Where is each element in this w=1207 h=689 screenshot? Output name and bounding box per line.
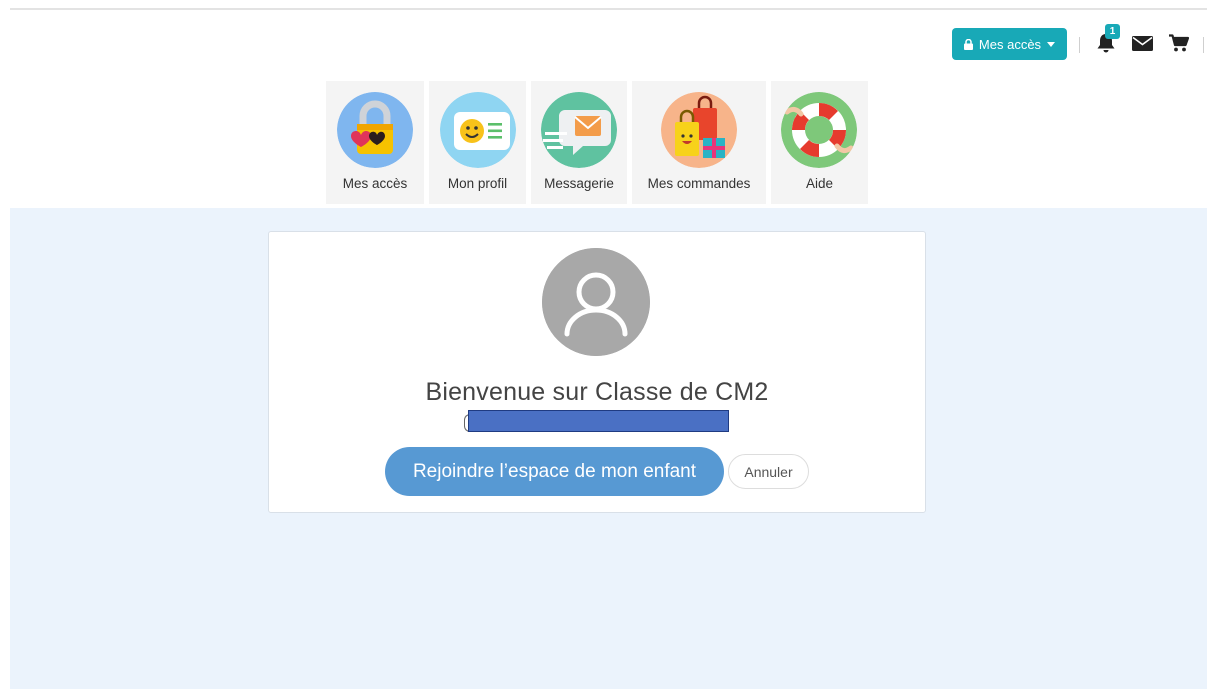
cancel-button[interactable]: Annuler xyxy=(728,454,809,489)
shortcut-label: Mes accès xyxy=(342,176,408,191)
mes-acces-label: Mes accès xyxy=(978,36,1042,52)
shortcut-mon-profil[interactable]: Mon profil xyxy=(429,81,526,204)
shortcut-label: Messagerie xyxy=(544,176,614,191)
cart-icon[interactable] xyxy=(1169,34,1189,52)
toolbar-separator xyxy=(1079,37,1080,53)
shopping-bags-icon xyxy=(661,92,737,168)
shortcut-label: Aide xyxy=(805,176,834,191)
shortcut-aide[interactable]: Aide xyxy=(771,81,868,204)
shortcut-mes-commandes[interactable]: Mes commandes xyxy=(632,81,766,204)
redacted-text xyxy=(468,410,729,432)
shortcut-mes-acces[interactable]: Mes accès xyxy=(326,81,424,204)
user-avatar-icon xyxy=(542,248,650,356)
mes-acces-dropdown-button[interactable]: Mes accès xyxy=(952,28,1067,60)
lock-icon xyxy=(963,38,973,50)
notification-count-badge: 1 xyxy=(1105,24,1120,39)
shortcut-label: Mon profil xyxy=(447,176,508,191)
lifebuoy-icon xyxy=(781,92,857,168)
profile-card-icon xyxy=(440,92,516,168)
top-divider xyxy=(10,8,1207,10)
speech-bubble-envelope-icon xyxy=(541,92,617,168)
shortcut-label: Mes commandes xyxy=(647,176,751,191)
toolbar-separator xyxy=(1203,37,1204,53)
envelope-icon[interactable] xyxy=(1132,36,1153,51)
welcome-title: Bienvenue sur Classe de CM2 xyxy=(425,378,769,406)
join-child-space-button[interactable]: Rejoindre l’espace de mon enfant xyxy=(385,447,724,496)
caret-down-icon xyxy=(1047,41,1056,47)
shortcut-messagerie[interactable]: Messagerie xyxy=(531,81,627,204)
padlock-hearts-icon xyxy=(337,92,413,168)
